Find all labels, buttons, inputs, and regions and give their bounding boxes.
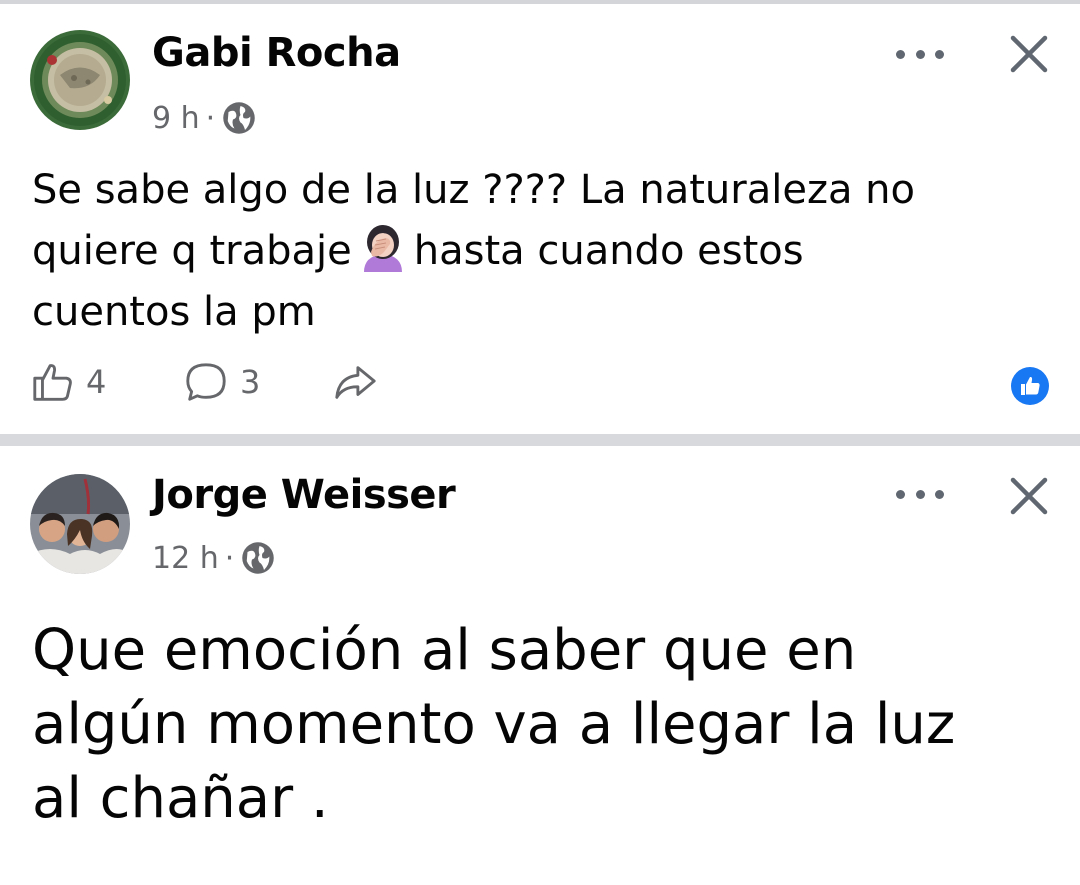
close-button[interactable] bbox=[1005, 472, 1053, 520]
post-text-line: algún momento va a llegar la luz bbox=[32, 692, 956, 757]
dot-icon bbox=[935, 489, 944, 499]
dot-icon bbox=[896, 49, 905, 59]
post-time[interactable]: 9 h bbox=[152, 101, 200, 136]
globe-icon bbox=[240, 540, 276, 576]
post-card: Jorge Weisser 12 h · Que emoción al sabe… bbox=[0, 446, 1080, 885]
post-text-line: cuentos la pm bbox=[32, 289, 316, 335]
post-time[interactable]: 12 h bbox=[152, 541, 219, 576]
post-text: Que emoción al saber que en algún moment… bbox=[32, 614, 1062, 836]
comment-count: 3 bbox=[240, 363, 261, 401]
meta-separator: · bbox=[224, 540, 235, 576]
comment-icon bbox=[186, 363, 226, 401]
author-name[interactable]: Jorge Weisser bbox=[152, 472, 456, 518]
close-icon bbox=[1010, 477, 1048, 515]
thumbs-up-icon bbox=[33, 364, 72, 401]
dot-icon bbox=[896, 489, 905, 499]
author-name[interactable]: Gabi Rocha bbox=[152, 30, 401, 76]
comment-button[interactable]: 3 bbox=[182, 359, 260, 405]
text-fragment: hasta cuando estos bbox=[413, 228, 804, 274]
more-options-button[interactable] bbox=[890, 474, 950, 514]
share-icon bbox=[335, 366, 376, 399]
post-meta: 12 h · bbox=[152, 540, 276, 576]
post-card: Gabi Rocha 9 h · Se sabe algo de la luz … bbox=[0, 4, 1080, 434]
close-button[interactable] bbox=[1005, 30, 1053, 78]
like-reaction-icon[interactable] bbox=[1010, 366, 1050, 406]
share-button[interactable] bbox=[330, 359, 380, 405]
avatar[interactable] bbox=[30, 474, 130, 574]
woman-facepalming-emoji bbox=[358, 222, 408, 272]
dot-icon bbox=[935, 49, 944, 59]
avatar[interactable] bbox=[30, 30, 130, 130]
close-icon bbox=[1010, 35, 1048, 73]
post-text-line: quiere q trabaje hasta cuando estos bbox=[32, 221, 1052, 282]
post-text-line: al chañar . bbox=[32, 766, 329, 831]
post-text: Se sabe algo de la luz ???? La naturalez… bbox=[32, 160, 1052, 343]
like-button[interactable]: 4 bbox=[30, 359, 106, 405]
text-fragment: quiere q trabaje bbox=[32, 228, 352, 274]
dot-icon bbox=[915, 49, 925, 59]
globe-icon bbox=[221, 100, 257, 136]
post-text-line: Que emoción al saber que en bbox=[32, 618, 857, 683]
meta-separator: · bbox=[205, 100, 216, 136]
post-meta: 9 h · bbox=[152, 100, 257, 136]
post-divider bbox=[0, 434, 1080, 446]
dot-icon bbox=[915, 489, 925, 499]
more-options-button[interactable] bbox=[890, 34, 950, 74]
post-text-line: Se sabe algo de la luz ???? La naturalez… bbox=[32, 167, 915, 213]
like-count: 4 bbox=[86, 363, 107, 401]
